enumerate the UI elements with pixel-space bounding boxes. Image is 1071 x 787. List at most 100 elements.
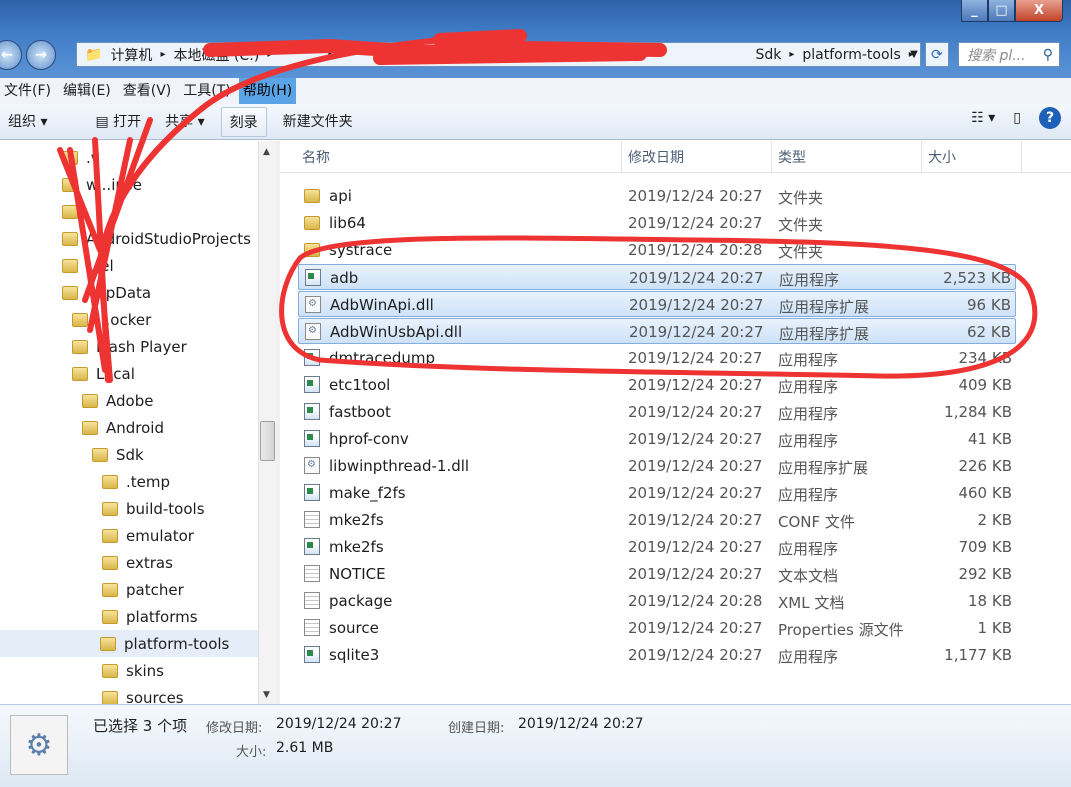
modified-value: 2019/12/24 20:27 — [276, 716, 402, 732]
nav-item[interactable]: Adobe — [82, 387, 153, 414]
folder-icon — [82, 393, 98, 408]
file-row[interactable]: libwinpthread-1.dll 2019/12/24 20:27 应用程序扩… — [298, 453, 1016, 479]
minimize-button[interactable]: _ — [961, 0, 988, 22]
nav-item-label: platforms — [126, 607, 198, 626]
burn-button[interactable]: 刻录 — [220, 106, 267, 137]
breadcrumb-segment[interactable]: 本地磁盘 (C:) — [173, 45, 259, 65]
nav-item-label: w...ipse — [86, 175, 142, 194]
address-dropdown-icon[interactable]: ▼ — [905, 42, 923, 67]
file-row[interactable]: api 2019/12/24 20:27 文件夹 — [298, 183, 1016, 209]
breadcrumb-segment[interactable]: 计算机 — [110, 45, 152, 65]
nav-item[interactable]: build-tools — [102, 495, 205, 522]
file-row[interactable]: mke2fs 2019/12/24 20:27 应用程序 709 KB — [298, 534, 1016, 560]
breadcrumb-chevron-icon[interactable]: ▸ — [450, 49, 455, 60]
nav-item[interactable]: .temp — [102, 468, 170, 495]
maximize-button[interactable]: □ — [988, 0, 1015, 22]
column-size[interactable]: 大小 — [922, 141, 1022, 173]
column-name[interactable]: 名称 — [280, 141, 622, 173]
breadcrumb-chevron-icon[interactable]: ▸ — [389, 49, 394, 60]
new-folder-button[interactable]: 新建文件夹 — [275, 107, 361, 137]
column-date[interactable]: 修改日期 — [622, 141, 772, 173]
nav-item-label: Flash Player — [96, 337, 187, 356]
nav-item[interactable]: emulator — [102, 522, 194, 549]
nav-item[interactable]: AppData — [62, 279, 151, 306]
nav-item[interactable]: AndroidStudioProjects — [62, 225, 251, 252]
folder-icon — [102, 582, 118, 597]
file-name: fastboot — [329, 403, 391, 421]
file-row[interactable]: NOTICE 2019/12/24 20:27 文本文档 292 KB — [298, 561, 1016, 587]
help-icon[interactable]: ? — [1039, 107, 1061, 129]
menu-edit[interactable]: 编辑(E) — [59, 78, 115, 104]
forward-button[interactable]: → — [26, 40, 56, 70]
file-row[interactable]: lib64 2019/12/24 20:27 文件夹 — [298, 210, 1016, 236]
preview-pane-icon[interactable]: ▯ — [1013, 110, 1021, 126]
file-row[interactable]: mke2fs 2019/12/24 20:27 CONF 文件 2 KB — [298, 507, 1016, 533]
file-row[interactable]: hprof-conv 2019/12/24 20:27 应用程序 41 KB — [298, 426, 1016, 452]
file-row[interactable]: package 2019/12/24 20:28 XML 文档 18 KB — [298, 588, 1016, 614]
nav-item[interactable]: patcher — [102, 576, 184, 603]
nav-item[interactable]: platforms — [102, 603, 198, 630]
file-row[interactable]: systrace 2019/12/24 20:28 文件夹 — [298, 237, 1016, 263]
share-button[interactable]: 共享 ▾ — [157, 107, 212, 137]
nav-item[interactable]: ...el — [62, 252, 114, 279]
breadcrumb-chevron-icon[interactable]: ▸ — [267, 49, 272, 60]
column-type[interactable]: 类型 — [772, 141, 922, 173]
scroll-thumb[interactable] — [260, 421, 275, 461]
file-row[interactable]: etc1tool 2019/12/24 20:27 应用程序 409 KB — [298, 372, 1016, 398]
breadcrumb-chevron-icon[interactable]: ▸ — [160, 49, 165, 60]
folder-icon — [102, 501, 118, 516]
menu-tools[interactable]: 工具(T) — [179, 78, 234, 104]
nav-item[interactable]: sources — [102, 684, 184, 704]
scroll-down-icon[interactable]: ▼ — [263, 690, 270, 700]
address-bar[interactable]: 📁 计算机 ▸ 本地磁盘 (C:) ▸ ▸ ▸ ▸ Sdk ▸ platform-tools ▸ — [76, 42, 921, 67]
menu-file[interactable]: 文件(F) — [0, 78, 55, 104]
breadcrumb-segment[interactable]: platform-tools — [802, 47, 900, 63]
file-name: adb — [330, 269, 359, 287]
nav-item[interactable]: skins — [102, 657, 164, 684]
organize-button[interactable]: 组织 ▾ — [0, 107, 55, 137]
file-date: 2019/12/24 20:27 — [629, 269, 764, 287]
search-input[interactable]: 搜索 pl... ⚲ — [958, 42, 1060, 67]
breadcrumb-chevron-icon[interactable]: ▸ — [328, 49, 333, 60]
pane-divider[interactable] — [276, 141, 280, 704]
file-row[interactable]: dmtracedump 2019/12/24 20:27 应用程序 234 KB — [298, 345, 1016, 371]
file-date: 2019/12/24 20:27 — [628, 349, 763, 367]
file-row[interactable]: source 2019/12/24 20:27 Properties 源文件 1 KB — [298, 615, 1016, 641]
file-row[interactable]: AdbWinApi.dll 2019/12/24 20:27 应用程序扩展 96 KB — [298, 291, 1016, 317]
close-button[interactable]: X — [1015, 0, 1063, 22]
nav-item[interactable]: Flash Player — [72, 333, 187, 360]
file-type: 应用程序 — [779, 271, 840, 289]
nav-scrollbar[interactable]: ▲ ▼ — [258, 141, 276, 704]
file-date: 2019/12/24 20:27 — [628, 565, 763, 583]
file-size: 96 KB — [967, 296, 1011, 314]
menu-view[interactable]: 查看(V) — [119, 78, 176, 104]
exe-icon — [304, 430, 320, 447]
breadcrumb-segment[interactable]: Sdk — [755, 47, 781, 63]
file-type: 应用程序 — [778, 378, 839, 396]
file-name: dmtracedump — [329, 349, 436, 367]
file-row[interactable]: fastboot 2019/12/24 20:27 应用程序 1,284 KB — [298, 399, 1016, 425]
nav-item[interactable]: Local — [72, 360, 135, 387]
breadcrumb-chevron-icon[interactable]: ▸ — [789, 49, 794, 60]
file-row[interactable]: sqlite3 2019/12/24 20:27 应用程序 1,177 KB — [298, 642, 1016, 668]
nav-item[interactable]: extras — [102, 549, 173, 576]
file-size: 409 KB — [958, 376, 1012, 394]
file-row[interactable]: AdbWinUsbApi.dll 2019/12/24 20:27 应用程序扩展 62… — [298, 318, 1016, 344]
file-row[interactable]: adb 2019/12/24 20:27 应用程序 2,523 KB — [298, 264, 1016, 290]
folder-icon — [72, 339, 88, 354]
menu-help[interactable]: 帮助(H) — [238, 78, 297, 104]
nav-item[interactable]: Android — [82, 414, 164, 441]
nav-item[interactable]: .v — [62, 144, 100, 171]
nav-item[interactable]: ...ocker — [72, 306, 151, 333]
open-button[interactable]: ▤ 打开 — [87, 107, 149, 137]
refresh-button[interactable]: ⟳ — [925, 42, 949, 67]
file-name: etc1tool — [329, 376, 391, 394]
file-row[interactable]: make_f2fs 2019/12/24 20:27 应用程序 460 KB — [298, 480, 1016, 506]
nav-item[interactable]: w...ipse — [62, 171, 142, 198]
nav-item[interactable]: platform-tools — [0, 630, 258, 657]
scroll-up-icon[interactable]: ▲ — [263, 147, 270, 157]
nav-item[interactable] — [62, 198, 86, 225]
folder-icon: 📁 — [85, 46, 103, 63]
nav-item[interactable]: Sdk — [92, 441, 144, 468]
view-options-icon[interactable]: ☷ ▾ — [971, 110, 995, 126]
